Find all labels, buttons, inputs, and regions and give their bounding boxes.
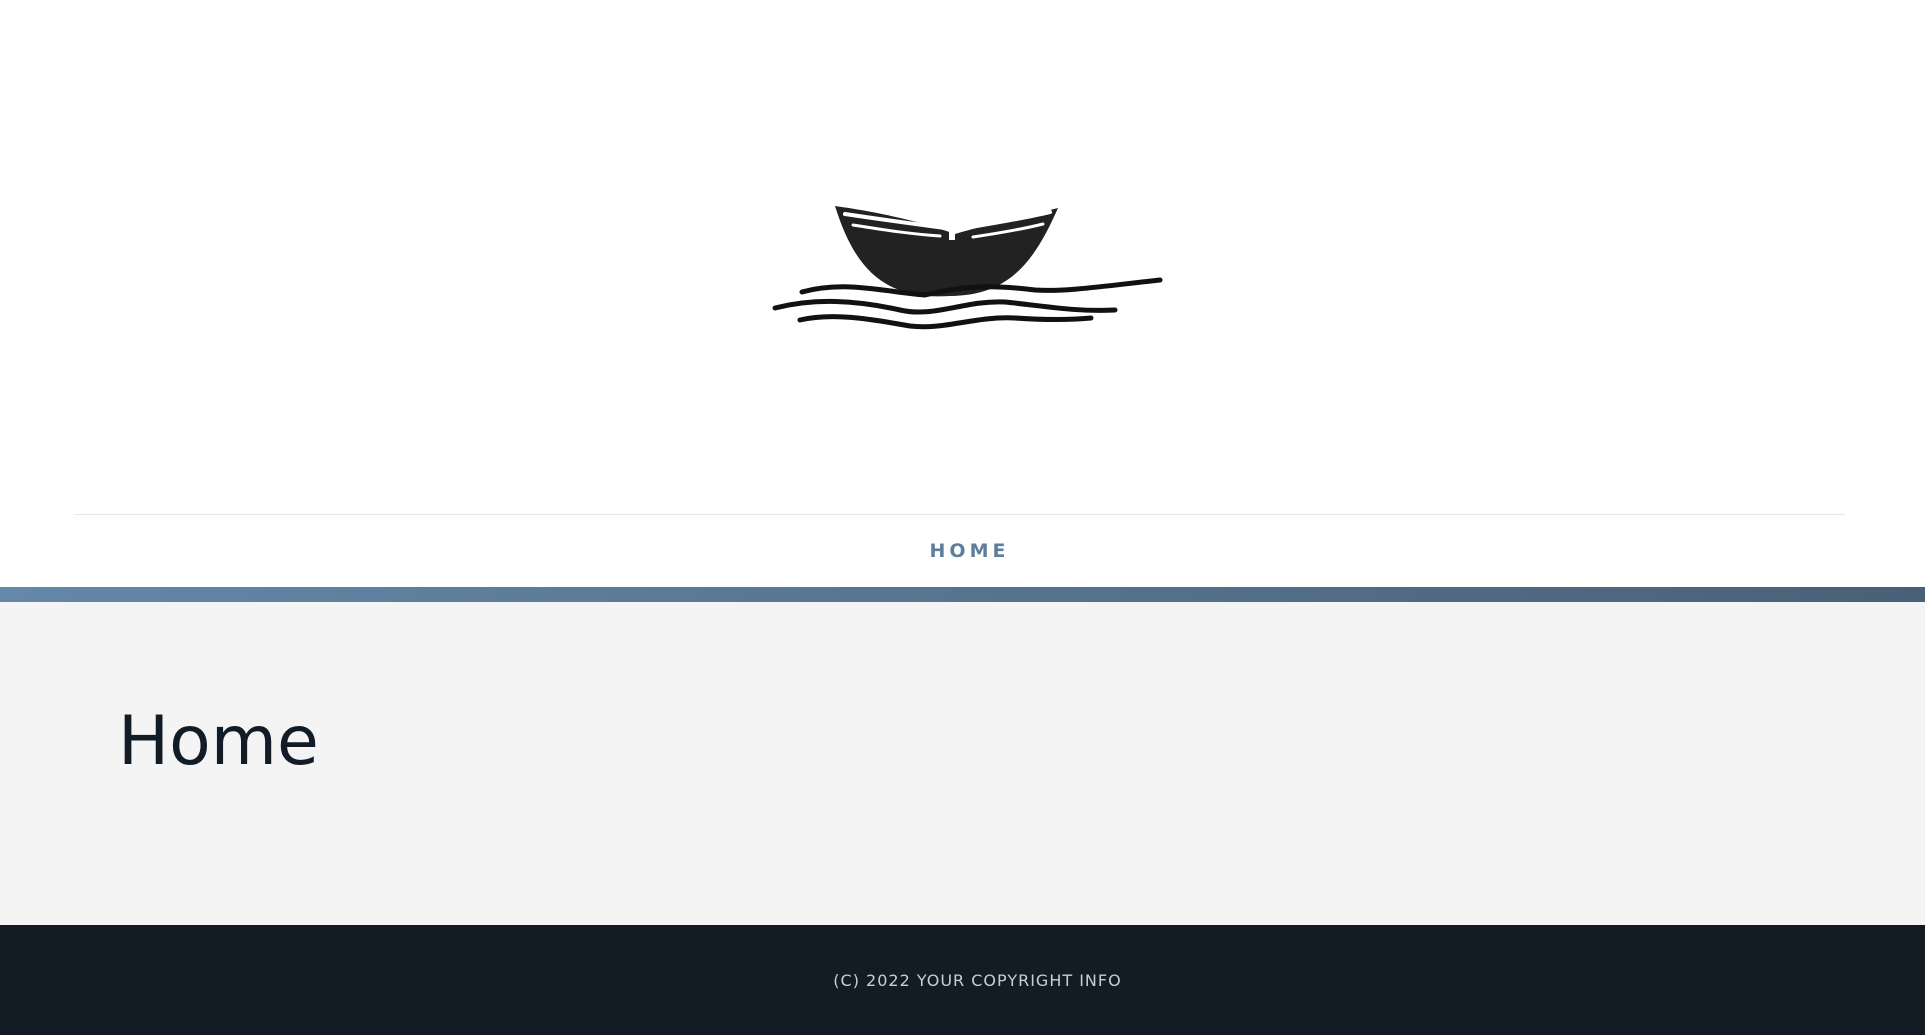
site-logo-link[interactable]	[735, 80, 1175, 400]
rowboat-logo-icon	[772, 206, 1163, 330]
page-title: Home	[118, 702, 319, 781]
site-footer: (C) 2022 YOUR COPYRIGHT INFO	[0, 925, 1925, 1035]
page: HOME Home (C) 2022 YOUR COPYRIGHT INFO	[0, 0, 1925, 1035]
copyright-text: (C) 2022 YOUR COPYRIGHT INFO	[833, 970, 1122, 990]
site-header: HOME	[0, 0, 1925, 587]
nav-item-home[interactable]: HOME	[920, 532, 1020, 570]
accent-bar	[0, 587, 1925, 602]
main-content: Home	[0, 602, 1925, 925]
main-navigation: HOME	[0, 515, 1925, 587]
